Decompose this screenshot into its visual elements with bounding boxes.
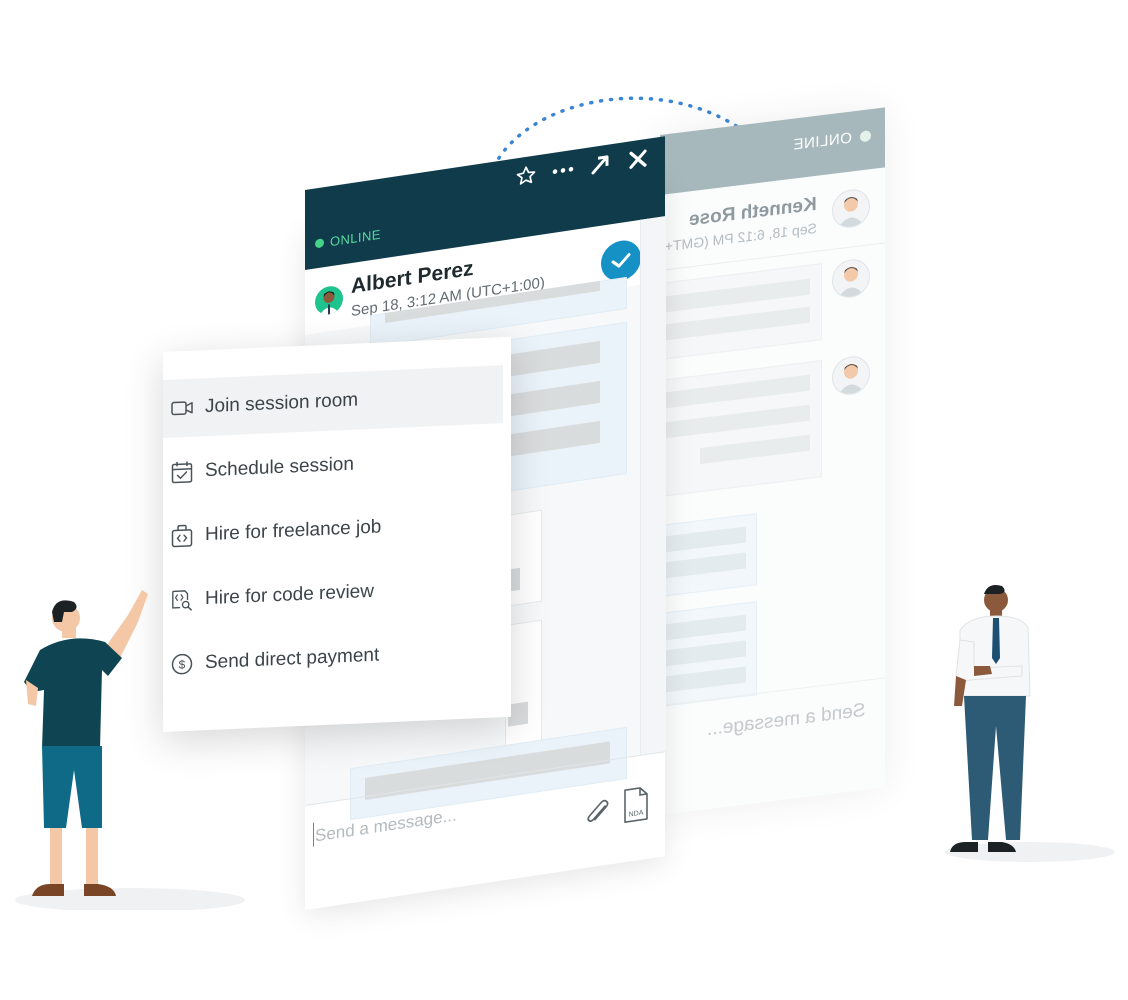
- close-icon[interactable]: [627, 147, 649, 176]
- back-message-input: Send a message...: [707, 700, 865, 741]
- briefcase-code-icon: [171, 524, 193, 548]
- person-avatar-icon: [319, 291, 339, 316]
- calendar-check-icon: [171, 461, 193, 484]
- back-status-label: ONLINE: [793, 129, 852, 154]
- illustration-stage: ONLINE Kenneth Rose Sep 18, 6:12 PM (GMT…: [0, 0, 1128, 1000]
- person-thinking-illustration: [945, 585, 1115, 862]
- expand-icon[interactable]: [589, 152, 611, 181]
- person-avatar-icon: [838, 197, 864, 229]
- chat-scrollbar[interactable]: [640, 216, 666, 755]
- paperclip-icon[interactable]: [583, 796, 613, 835]
- front-status-label: ONLINE: [330, 226, 381, 250]
- menu-item-label: Schedule session: [205, 453, 354, 482]
- text-caret: [313, 822, 314, 847]
- back-status: ONLINE: [793, 127, 871, 154]
- back-avatar-msg-1: [832, 257, 870, 300]
- nda-document-icon[interactable]: NDA: [623, 785, 649, 830]
- star-icon[interactable]: [515, 163, 537, 192]
- back-input-placeholder: Send a message...: [706, 699, 865, 741]
- message-line: [508, 701, 528, 727]
- back-avatar-header: [832, 187, 870, 230]
- person-pointing-illustration: [15, 590, 245, 910]
- menu-item-label: Hire for freelance job: [205, 516, 382, 546]
- menu-item-label: Join session room: [205, 389, 359, 418]
- menu-item-hire-freelance[interactable]: Hire for freelance job: [163, 493, 503, 566]
- menu-item-schedule-session[interactable]: Schedule session: [163, 429, 503, 502]
- contact-avatar: [315, 284, 343, 317]
- menu-item-join-session-room[interactable]: Join session room: [163, 365, 503, 438]
- back-chat-window: ONLINE Kenneth Rose Sep 18, 6:12 PM (GMT…: [657, 107, 885, 815]
- checkmark-icon: [611, 253, 631, 268]
- back-online-dot-icon: [860, 130, 871, 143]
- more-icon[interactable]: [551, 158, 575, 188]
- front-status: ONLINE: [315, 227, 381, 252]
- person-avatar-icon: [838, 267, 864, 299]
- back-avatar-msg-2: [832, 354, 870, 397]
- person-avatar-icon: [838, 364, 864, 396]
- online-dot-icon: [315, 238, 324, 249]
- video-camera-icon: [171, 397, 193, 420]
